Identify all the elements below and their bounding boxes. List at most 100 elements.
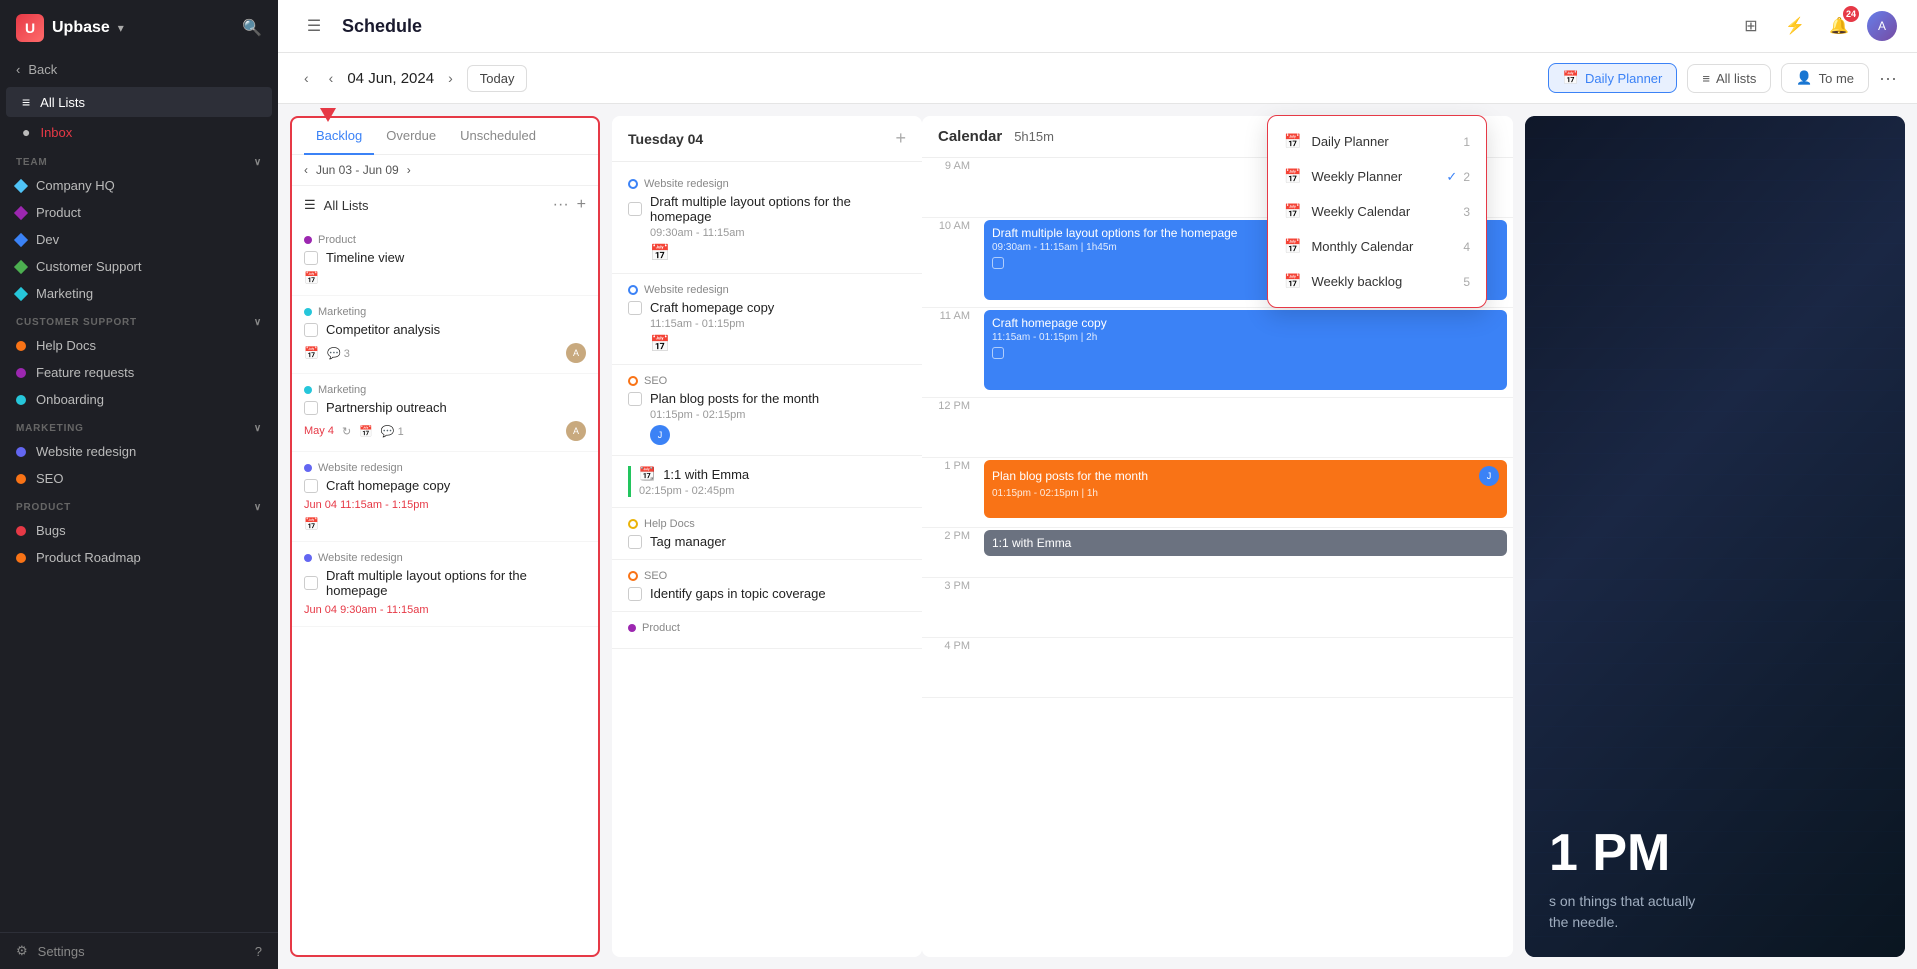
diamond-icon xyxy=(14,232,28,246)
checkbox[interactable] xyxy=(628,392,642,406)
customer-support-toggle[interactable]: ∨ xyxy=(254,317,262,328)
sidebar-item-help-docs[interactable]: Help Docs xyxy=(0,332,278,359)
menu-icon[interactable]: ☰ xyxy=(298,10,330,42)
comment-icon: 💬 3 xyxy=(327,347,350,360)
backlog-item-category: Website redesign xyxy=(304,462,586,474)
calendar-event[interactable]: 1:1 with Emma xyxy=(984,530,1507,556)
backlog-item-meta: May 4 ↻ 📅 💬 1 A xyxy=(304,421,586,441)
schedule-right: 📅 Daily Planner ≡ All lists 👤 To me ··· xyxy=(1548,63,1897,93)
list-icon: ☰ xyxy=(304,197,316,213)
grid-icon[interactable]: ⊞ xyxy=(1735,10,1767,42)
checkbox[interactable] xyxy=(628,535,642,549)
marketing-toggle[interactable]: ∨ xyxy=(254,423,262,434)
content-area: Backlog Overdue Unscheduled ‹ Jun 03 - J… xyxy=(278,104,1917,969)
circle-icon xyxy=(628,179,638,189)
dot-icon xyxy=(16,526,26,536)
logo-area: U Upbase ▾ xyxy=(16,14,124,42)
sidebar-all-lists[interactable]: ≡ All Lists xyxy=(6,87,272,117)
calendar-icon: 📅 xyxy=(1284,238,1301,255)
sidebar-item-dev[interactable]: Dev xyxy=(0,226,278,253)
tuesday-item: Product xyxy=(612,612,922,649)
dropdown-item-weekly-backlog[interactable]: 📅 Weekly backlog 5 xyxy=(1268,264,1486,299)
backlog-item-category: Marketing xyxy=(304,306,586,318)
dropdown-item-monthly-calendar[interactable]: 📅 Monthly Calendar 4 xyxy=(1268,229,1486,264)
dropdown-item-weekly-planner[interactable]: 📅 Weekly Planner ✓ 2 xyxy=(1268,159,1486,194)
app-name[interactable]: Upbase xyxy=(52,19,110,37)
tuesday-item-title: Tag manager xyxy=(628,534,906,549)
avatar[interactable]: A xyxy=(1867,11,1897,41)
more-icon[interactable]: ··· xyxy=(553,196,569,214)
search-icon[interactable]: 🔍 xyxy=(242,18,262,38)
event-checkbox[interactable] xyxy=(992,257,1004,269)
backlog-item-category: Marketing xyxy=(304,384,586,396)
user-icon: 👤 xyxy=(1796,70,1812,86)
sidebar-item-seo[interactable]: SEO xyxy=(0,465,278,492)
checkbox[interactable] xyxy=(628,301,642,315)
dropdown-item-weekly-calendar[interactable]: 📅 Weekly Calendar 3 xyxy=(1268,194,1486,229)
chevron-left-icon: ‹ xyxy=(16,62,20,77)
time-content xyxy=(978,398,1513,457)
schedule-nav: ‹ ‹ 04 Jun, 2024 › Today xyxy=(298,65,527,92)
daily-planner-button[interactable]: 📅 Daily Planner xyxy=(1548,63,1678,93)
backlog-tab-backlog[interactable]: Backlog xyxy=(304,118,374,155)
checkbox[interactable] xyxy=(304,479,318,493)
category-dot xyxy=(304,386,312,394)
add-tuesday-button[interactable]: + xyxy=(895,128,906,149)
settings-footer[interactable]: ⚙ Settings ? xyxy=(0,932,278,969)
checkbox[interactable] xyxy=(304,576,318,590)
sidebar-item-company-hq[interactable]: Company HQ xyxy=(0,172,278,199)
chevron-right-icon[interactable]: › xyxy=(407,163,411,177)
chevron-left-icon[interactable]: ‹ xyxy=(304,163,308,177)
repeat-icon: ↻ xyxy=(342,425,351,438)
today-button[interactable]: Today xyxy=(467,65,528,92)
sidebar-header: U Upbase ▾ 🔍 xyxy=(0,0,278,56)
prev-date-button[interactable]: ‹ xyxy=(323,66,340,90)
sidebar-item-onboarding[interactable]: Onboarding xyxy=(0,386,278,413)
backlog-items: Product Timeline view 📅 xyxy=(292,220,598,955)
backlog-item: Marketing Competitor analysis 📅 💬 3 A xyxy=(292,296,598,374)
tuesday-item-time: 11:15am - 01:15pm xyxy=(628,318,906,330)
checkbox[interactable] xyxy=(304,323,318,337)
bolt-icon[interactable]: ⚡ xyxy=(1779,10,1811,42)
calendar-icon: 📅 xyxy=(1284,133,1301,150)
event-checkbox[interactable] xyxy=(992,347,1004,359)
back-button[interactable]: ‹ Back xyxy=(0,56,278,87)
due-date: May 4 xyxy=(304,425,334,437)
more-options-icon[interactable]: ··· xyxy=(1879,68,1897,89)
notification-bell[interactable]: 🔔 24 xyxy=(1823,10,1855,42)
sidebar-item-bugs[interactable]: Bugs xyxy=(0,517,278,544)
add-icon[interactable]: + xyxy=(577,196,586,214)
time-row: 4 PM xyxy=(922,638,1513,698)
topbar: ☰ Schedule ⊞ ⚡ 🔔 24 A xyxy=(278,0,1917,53)
dropdown-item-daily-planner[interactable]: 📅 Daily Planner 1 xyxy=(1268,124,1486,159)
tuesday-item-category: Help Docs xyxy=(628,518,906,530)
calendar-event[interactable]: Plan blog posts for the month J 01:15pm … xyxy=(984,460,1507,518)
sidebar-inbox[interactable]: ● Inbox xyxy=(6,117,272,147)
backlog-item-meta: Jun 04 9:30am - 11:15am xyxy=(304,604,586,616)
sidebar-item-website-redesign[interactable]: Website redesign xyxy=(0,438,278,465)
all-lists-button[interactable]: ≡ All lists xyxy=(1687,64,1771,93)
sidebar-item-customer-support[interactable]: Customer Support xyxy=(0,253,278,280)
checkbox[interactable] xyxy=(304,251,318,265)
chevron-down-icon: ▾ xyxy=(118,21,124,35)
circle-icon xyxy=(628,376,638,386)
sidebar-item-feature-requests[interactable]: Feature requests xyxy=(0,359,278,386)
product-toggle[interactable]: ∨ xyxy=(254,502,262,513)
sidebar-item-product[interactable]: Product xyxy=(0,199,278,226)
tuesday-item: Website redesign Draft multiple layout o… xyxy=(612,168,922,274)
prev-nav-button[interactable]: ‹ xyxy=(298,66,315,90)
checkbox[interactable] xyxy=(628,587,642,601)
to-me-button[interactable]: 👤 To me xyxy=(1781,63,1869,93)
checkbox[interactable] xyxy=(304,401,318,415)
calendar-event[interactable]: Craft homepage copy 11:15am - 01:15pm | … xyxy=(984,310,1507,390)
diamond-icon xyxy=(14,286,28,300)
sidebar-item-marketing[interactable]: Marketing xyxy=(0,280,278,307)
time-row: 11 AM Craft homepage copy 11:15am - 01:1… xyxy=(922,308,1513,398)
backlog-tab-overdue[interactable]: Overdue xyxy=(374,118,448,155)
next-date-button[interactable]: › xyxy=(442,66,459,90)
sidebar-item-product-roadmap[interactable]: Product Roadmap xyxy=(0,544,278,571)
backlog-tab-unscheduled[interactable]: Unscheduled xyxy=(448,118,548,155)
team-section-toggle[interactable]: ∨ xyxy=(254,157,262,168)
backlog-list-actions: ··· + xyxy=(553,196,586,214)
checkbox[interactable] xyxy=(628,202,642,216)
